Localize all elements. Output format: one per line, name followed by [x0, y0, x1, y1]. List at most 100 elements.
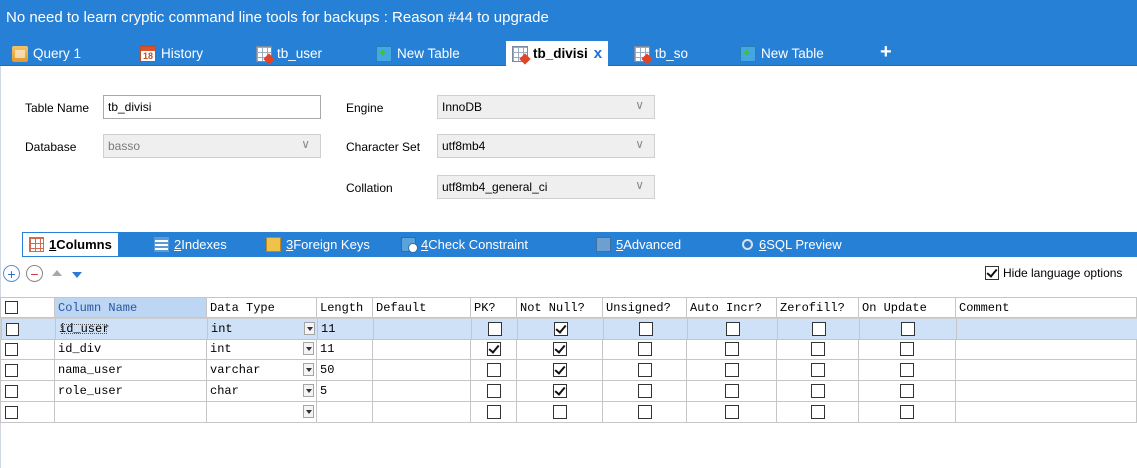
- pk-checkbox[interactable]: [486, 363, 501, 377]
- cell-zerofill[interactable]: [778, 319, 860, 340]
- onupdate-checkbox[interactable]: [900, 363, 914, 377]
- cell-length[interactable]: [317, 402, 373, 423]
- cell-type[interactable]: varchar: [207, 360, 317, 381]
- upgrade-banner[interactable]: No need to learn cryptic command line to…: [6, 9, 549, 26]
- cell-length[interactable]: 50: [317, 360, 373, 381]
- cell-comment[interactable]: [956, 381, 1137, 402]
- cell-name[interactable]: [55, 402, 207, 423]
- tab-columns[interactable]: 1 Columns: [22, 232, 119, 257]
- cell-autoincr[interactable]: [687, 381, 777, 402]
- cell-default[interactable]: [373, 381, 471, 402]
- tab-tb-so[interactable]: tb_so: [634, 41, 688, 66]
- zerofill-checkbox[interactable]: [810, 405, 825, 419]
- cell-type[interactable]: char: [207, 381, 317, 402]
- cell-zerofill[interactable]: [777, 381, 859, 402]
- row-select-checkbox[interactable]: [5, 384, 18, 398]
- cell-type[interactable]: int: [207, 339, 317, 360]
- cell-default[interactable]: [373, 402, 471, 423]
- engine-select[interactable]: InnoDB ∨: [437, 95, 655, 119]
- tab-tb-user[interactable]: tb_user: [256, 41, 322, 66]
- header-comment[interactable]: Comment: [956, 297, 1137, 318]
- cell-comment[interactable]: [956, 402, 1137, 423]
- row-select-cell[interactable]: [0, 381, 55, 402]
- type-dropdown-icon[interactable]: [303, 342, 314, 355]
- pk-checkbox[interactable]: [486, 342, 501, 356]
- cell-length[interactable]: 5: [317, 381, 373, 402]
- unsigned-checkbox[interactable]: [637, 342, 652, 356]
- cell-zerofill[interactable]: [777, 360, 859, 381]
- cell-comment[interactable]: [956, 360, 1137, 381]
- cell-onupdate[interactable]: [860, 319, 957, 340]
- cell-autoincr[interactable]: [688, 319, 778, 340]
- tab-indexes[interactable]: 2 Indexes: [154, 232, 227, 257]
- cell-unsigned[interactable]: [603, 381, 687, 402]
- notnull-checkbox[interactable]: [552, 363, 567, 377]
- type-dropdown-icon[interactable]: [303, 384, 314, 397]
- type-dropdown-icon[interactable]: [304, 322, 315, 335]
- header-default[interactable]: Default: [373, 297, 471, 318]
- cell-default[interactable]: [374, 319, 472, 340]
- row-select-checkbox[interactable]: [6, 322, 19, 336]
- cell-type[interactable]: [207, 402, 317, 423]
- cell-comment[interactable]: [957, 319, 1137, 340]
- cell-onupdate[interactable]: [859, 339, 956, 360]
- autoincr-checkbox[interactable]: [725, 322, 740, 336]
- header-pk[interactable]: PK?: [471, 297, 517, 318]
- zerofill-checkbox[interactable]: [810, 363, 825, 377]
- cell-pk[interactable]: [472, 319, 518, 340]
- notnull-checkbox[interactable]: [552, 405, 567, 419]
- database-select[interactable]: basso ∨: [103, 134, 321, 158]
- pk-checkbox[interactable]: [487, 322, 502, 336]
- cell-unsigned[interactable]: [604, 319, 688, 340]
- tab-new-table-1[interactable]: New Table: [376, 41, 460, 66]
- cell-notnull[interactable]: [517, 381, 603, 402]
- cell-length[interactable]: 11: [317, 339, 373, 360]
- cell-name[interactable]: id_user: [56, 319, 208, 340]
- cell-type[interactable]: int: [208, 319, 318, 340]
- move-down-icon[interactable]: [72, 272, 82, 278]
- row-select-cell[interactable]: [0, 360, 55, 381]
- cell-default[interactable]: [373, 339, 471, 360]
- table-row[interactable]: nama_user varchar 50: [0, 360, 1137, 381]
- table-name-input[interactable]: tb_divisi: [103, 95, 321, 119]
- header-length[interactable]: Length: [317, 297, 373, 318]
- table-row[interactable]: id_div int 11: [0, 339, 1137, 360]
- tab-tb-divisi[interactable]: tb_divisi x: [506, 39, 609, 66]
- cell-pk[interactable]: [471, 402, 517, 423]
- onupdate-checkbox[interactable]: [900, 405, 914, 419]
- header-on-update[interactable]: On Update: [859, 297, 956, 318]
- cell-autoincr[interactable]: [687, 402, 777, 423]
- select-all-checkbox[interactable]: [5, 301, 18, 314]
- hide-language-options[interactable]: Hide language options: [985, 266, 1122, 280]
- row-select-cell[interactable]: [0, 402, 55, 423]
- cell-notnull[interactable]: [518, 319, 604, 340]
- cell-notnull[interactable]: [517, 402, 603, 423]
- onupdate-checkbox[interactable]: [901, 322, 915, 336]
- tab-check-constraint[interactable]: 4 Check Constraint: [401, 232, 528, 257]
- table-row[interactable]: role_user char 5: [0, 381, 1137, 402]
- table-row[interactable]: [0, 402, 1137, 423]
- cell-name[interactable]: role_user: [55, 381, 207, 402]
- unsigned-checkbox[interactable]: [637, 363, 652, 377]
- tab-query-1[interactable]: Query 1: [12, 41, 81, 66]
- charset-select[interactable]: utf8mb4 ∨: [437, 134, 655, 158]
- cell-pk[interactable]: [471, 360, 517, 381]
- cell-comment[interactable]: [956, 339, 1137, 360]
- tab-history[interactable]: 18 History: [140, 41, 203, 66]
- zerofill-checkbox[interactable]: [811, 322, 826, 336]
- cell-notnull[interactable]: [517, 339, 603, 360]
- cell-autoincr[interactable]: [687, 339, 777, 360]
- autoincr-checkbox[interactable]: [724, 363, 739, 377]
- tab-foreign-keys[interactable]: 3 Foreign Keys: [266, 232, 370, 257]
- pk-checkbox[interactable]: [486, 405, 501, 419]
- header-data-type[interactable]: Data Type: [207, 297, 317, 318]
- table-row[interactable]: id_user int 11: [0, 318, 1137, 340]
- header-not-null[interactable]: Not Null?: [517, 297, 603, 318]
- cell-unsigned[interactable]: [603, 360, 687, 381]
- cell-onupdate[interactable]: [859, 402, 956, 423]
- hide-language-checkbox[interactable]: [985, 266, 999, 280]
- cell-onupdate[interactable]: [859, 381, 956, 402]
- pk-checkbox[interactable]: [486, 384, 501, 398]
- remove-field-button[interactable]: −: [26, 265, 43, 282]
- cell-unsigned[interactable]: [603, 339, 687, 360]
